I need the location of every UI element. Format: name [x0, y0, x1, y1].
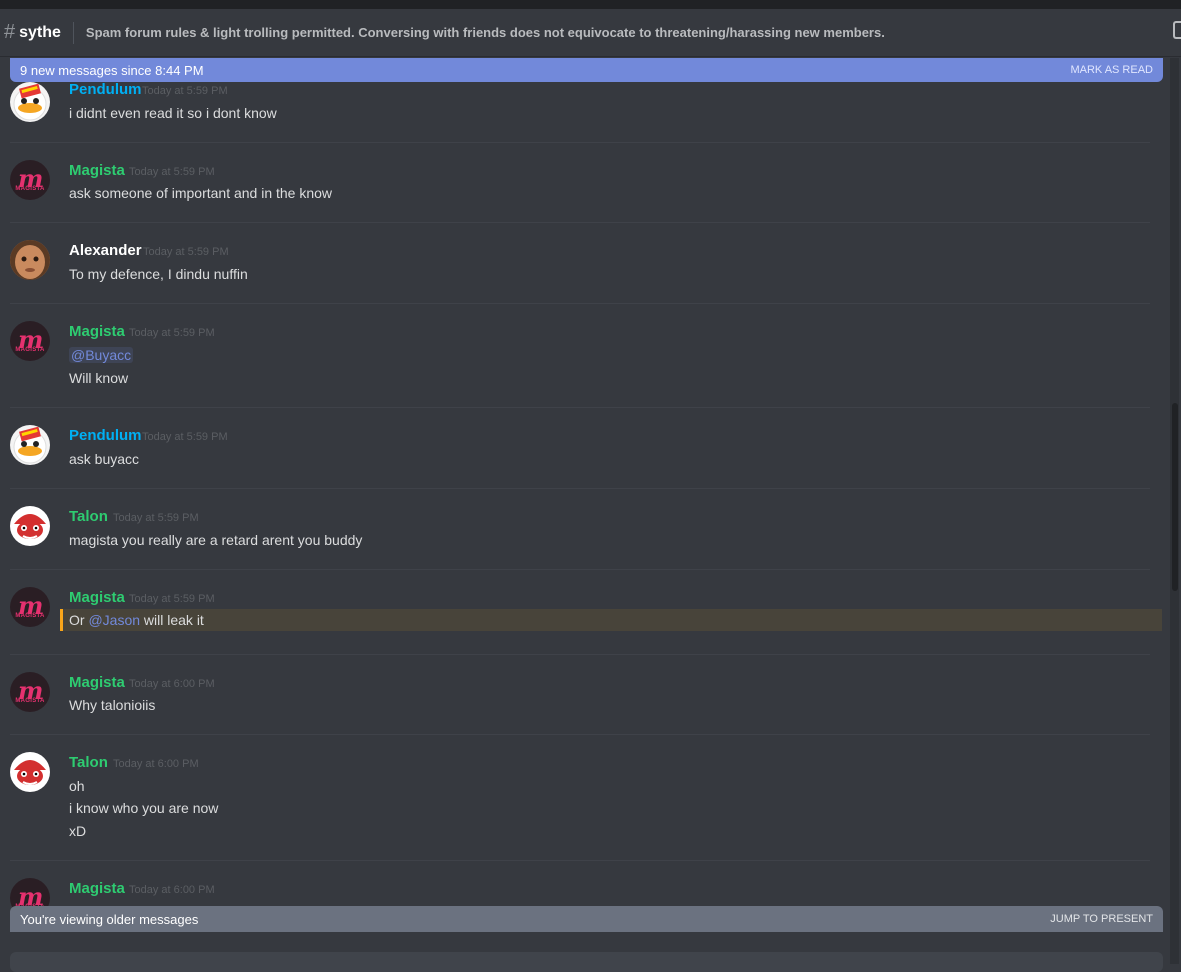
message-content: ask someone of important and in the know	[69, 185, 333, 201]
message-author[interactable]: Pendulum	[69, 81, 142, 98]
user-mention[interactable]: @Buyacc	[69, 347, 134, 363]
mention-highlight	[60, 609, 1162, 631]
message-author[interactable]: Magista	[69, 674, 125, 691]
avatar[interactable]	[10, 82, 50, 122]
message-timestamp: Today at 5:59 PM	[129, 166, 215, 178]
message-content: xD	[69, 823, 87, 839]
message-divider	[10, 654, 1150, 655]
message-content: Why talonioiis	[69, 697, 156, 713]
message-divider	[10, 569, 1150, 570]
message-author[interactable]: Magista	[69, 162, 125, 179]
message-content: ask buyacc	[69, 451, 140, 467]
jump-to-present-button[interactable]: JUMP TO PRESENT	[1050, 913, 1153, 925]
message-timestamp: Today at 5:59 PM	[113, 512, 199, 524]
message-divider	[10, 488, 1150, 489]
avatar[interactable]	[10, 240, 50, 280]
pin-icon[interactable]	[1173, 21, 1181, 39]
scrollbar-thumb[interactable]	[1172, 403, 1178, 591]
message-timestamp: Today at 6:00 PM	[129, 884, 215, 896]
duck-avatar-icon	[13, 426, 47, 464]
message-divider	[10, 142, 1150, 143]
message-author[interactable]: Magista	[69, 880, 125, 897]
message-content: i know who you are now	[69, 800, 219, 816]
message-timestamp: Today at 5:59 PM	[143, 246, 229, 258]
message-author[interactable]: Talon	[69, 508, 108, 525]
message-author[interactable]: Magista	[69, 323, 125, 340]
message-divider	[10, 303, 1150, 304]
avatar-label: MAGISTA	[15, 613, 45, 619]
message-timestamp: Today at 5:59 PM	[142, 431, 228, 443]
avatar-label: MAGISTA	[15, 698, 45, 704]
message-divider	[10, 407, 1150, 408]
face-avatar-icon	[10, 240, 50, 280]
avatar[interactable]: m MAGISTA	[10, 587, 50, 627]
message-text-prefix: Or	[69, 612, 85, 628]
message-content: i didnt even read it so i dont know	[69, 105, 277, 121]
message-content: magista you really are a retard arent yo…	[69, 532, 363, 548]
message-author[interactable]: Pendulum	[69, 427, 142, 444]
message-author[interactable]: Alexander	[69, 242, 142, 259]
mark-as-read-button[interactable]: MARK AS READ	[1070, 64, 1153, 76]
message-content: oh	[69, 778, 85, 794]
message-mention-line: @Buyacc	[69, 347, 134, 363]
santa-avatar-icon	[11, 507, 49, 545]
avatar-label: MAGISTA	[15, 347, 45, 353]
avatar[interactable]	[10, 425, 50, 465]
message-content: Will know	[69, 370, 129, 386]
message-timestamp: Today at 5:59 PM	[129, 593, 215, 605]
message-timestamp: Today at 6:00 PM	[129, 678, 215, 690]
new-messages-bar[interactable]: 9 new messages since 8:44 PM MARK AS REA…	[10, 58, 1163, 82]
message-input[interactable]	[10, 952, 1163, 972]
message-list[interactable]: Pendulum Today at 5:59 PM i didnt even r…	[0, 0, 1168, 964]
message-author[interactable]: Magista	[69, 589, 125, 606]
message-author[interactable]: Talon	[69, 754, 108, 771]
message-divider	[10, 860, 1150, 861]
message-divider	[10, 734, 1150, 735]
message-divider	[10, 222, 1150, 223]
message-content: Or @Jason will leak it	[69, 612, 204, 628]
new-messages-text: 9 new messages since 8:44 PM	[20, 62, 204, 78]
message-timestamp: Today at 6:00 PM	[113, 758, 199, 770]
duck-avatar-icon	[13, 83, 47, 121]
older-messages-bar[interactable]: You're viewing older messages JUMP TO PR…	[10, 906, 1163, 932]
user-mention[interactable]: @Jason	[88, 612, 140, 628]
avatar[interactable]: m MAGISTA	[10, 321, 50, 361]
avatar[interactable]	[10, 506, 50, 546]
message-text-suffix: will leak it	[143, 612, 204, 628]
avatar[interactable]: m MAGISTA	[10, 160, 50, 200]
avatar-label: MAGISTA	[15, 186, 45, 192]
message-timestamp: Today at 5:59 PM	[142, 85, 228, 97]
message-content: To my defence, I dindu nuffin	[69, 266, 248, 282]
message-timestamp: Today at 5:59 PM	[129, 327, 215, 339]
older-messages-text: You're viewing older messages	[20, 911, 199, 927]
santa-avatar-icon	[11, 753, 49, 791]
avatar[interactable]	[10, 752, 50, 792]
avatar[interactable]: m MAGISTA	[10, 672, 50, 712]
